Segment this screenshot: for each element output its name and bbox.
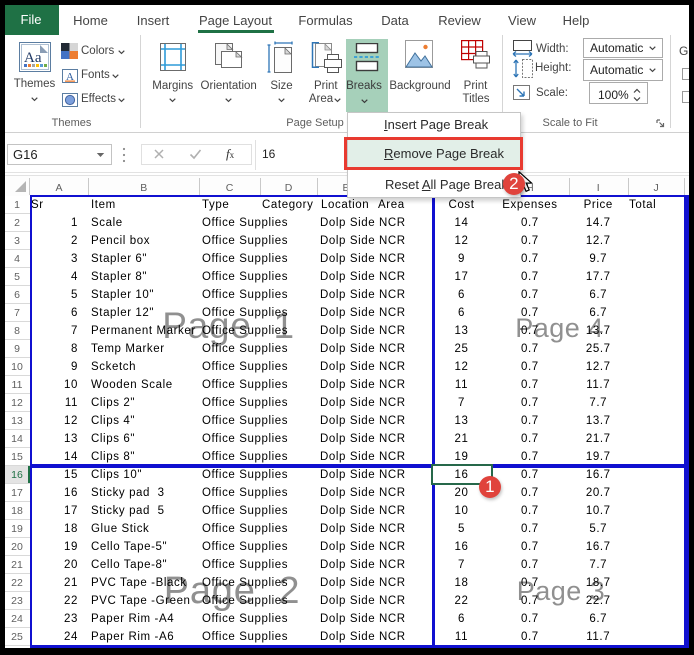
svg-text:Aa: Aa: [24, 50, 42, 66]
